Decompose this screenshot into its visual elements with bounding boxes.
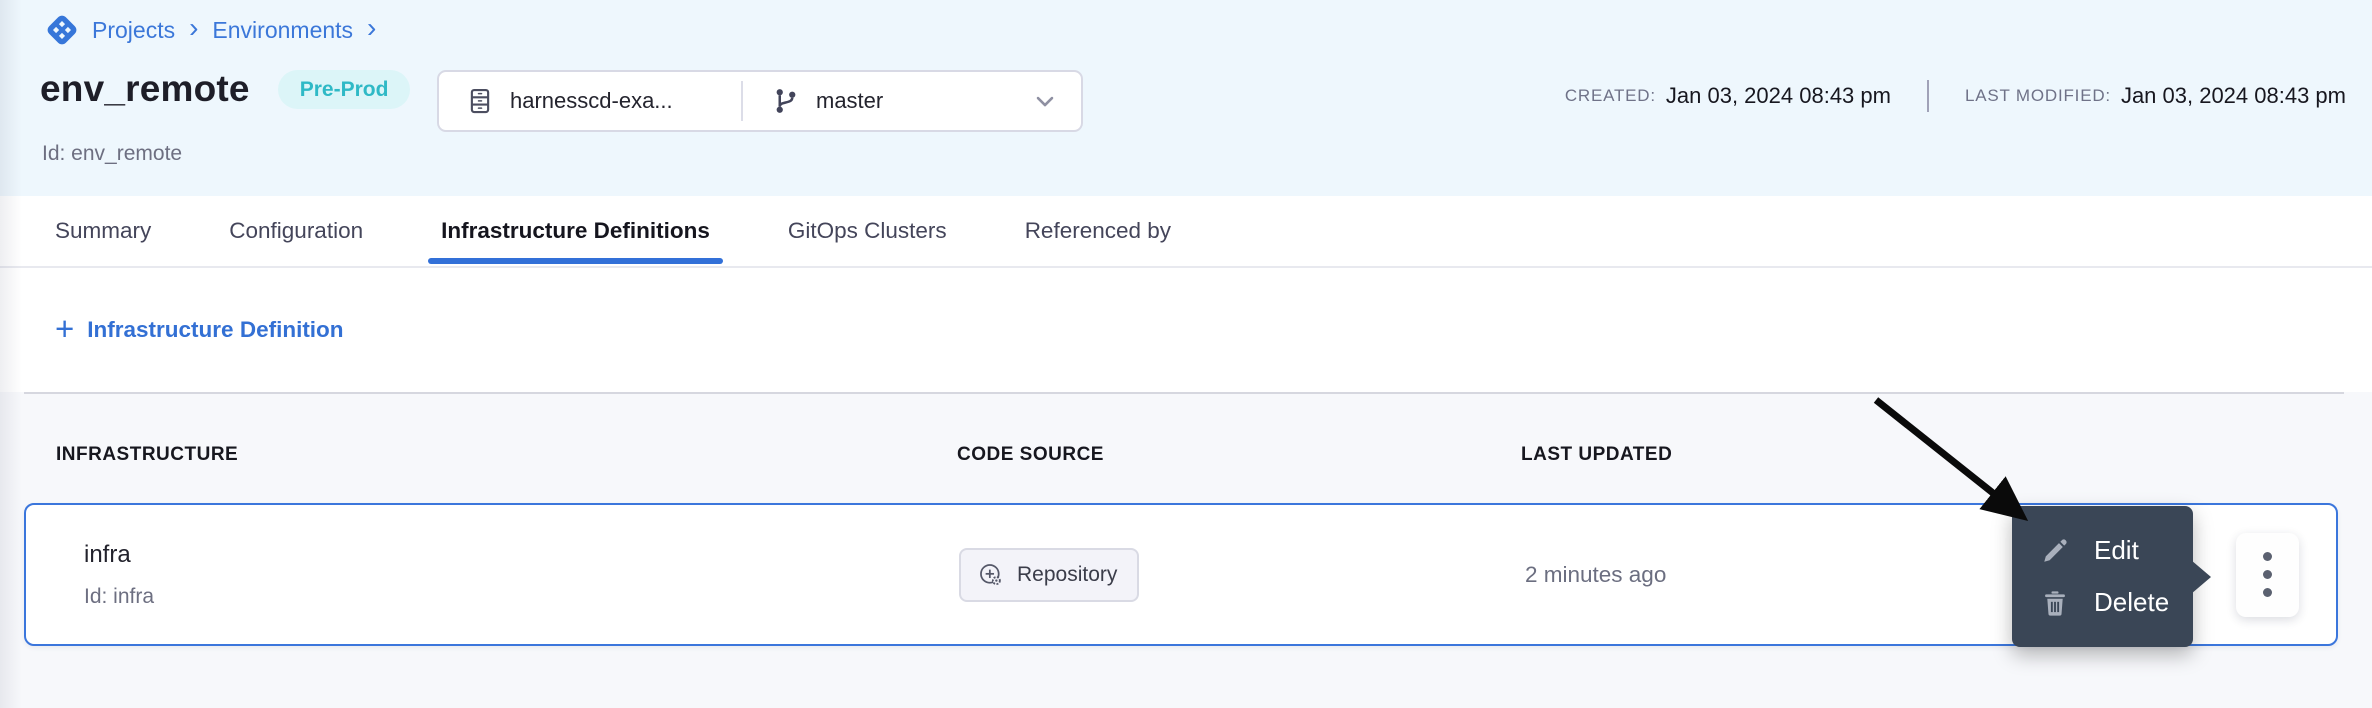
tab-referenced-by[interactable]: Referenced by [1025, 196, 1171, 266]
kebab-menu-icon [2263, 552, 2272, 561]
row-actions-button[interactable] [2236, 533, 2299, 617]
last-modified-value: Jan 03, 2024 08:43 pm [2121, 83, 2346, 109]
branch-segment: master [743, 86, 883, 116]
tab-infrastructure-definitions[interactable]: Infrastructure Definitions [441, 196, 710, 266]
breadcrumb-projects-link[interactable]: Projects [92, 17, 175, 44]
trash-icon [2041, 589, 2069, 617]
created-label: CREATED: [1565, 86, 1656, 106]
infrastructure-name: infra [84, 541, 154, 569]
environment-meta: CREATED: Jan 03, 2024 08:43 pm LAST MODI… [1565, 80, 2346, 112]
drawer-icon [465, 86, 495, 116]
infrastructure-identifier: Id: infra [84, 585, 154, 609]
tab-summary[interactable]: Summary [55, 196, 151, 266]
add-infrastructure-definition-button[interactable]: + Infrastructure Definition [55, 314, 344, 347]
plus-icon: + [55, 312, 74, 345]
last-updated-cell: 2 minutes ago [1525, 562, 1666, 588]
environment-details-page: Projects › Environments › env_remote Pre… [0, 0, 2372, 708]
column-header-infrastructure: INFRASTRUCTURE [56, 444, 238, 466]
repository-name: harnesscd-exa... [510, 88, 673, 114]
page-header: Projects › Environments › env_remote Pre… [0, 0, 2372, 196]
created-value: Jan 03, 2024 08:43 pm [1666, 83, 1891, 109]
git-branch-icon [771, 86, 801, 116]
row-actions-menu: Edit Delete [2012, 506, 2193, 647]
toolbar-divider [24, 392, 2344, 394]
menu-item-edit-label: Edit [2094, 535, 2139, 566]
branch-name: master [816, 88, 883, 114]
tab-configuration[interactable]: Configuration [229, 196, 363, 266]
infrastructure-name-cell: infra Id: infra [84, 541, 154, 609]
table-row[interactable]: infra Id: infra Repository 2 minutes ago [24, 503, 2338, 646]
repository-icon [977, 561, 1005, 589]
code-source-badge: Repository [959, 548, 1139, 602]
infrastructure-list: INFRASTRUCTURE CODE SOURCE LAST UPDATED … [0, 392, 2372, 708]
code-source-label: Repository [1017, 563, 1117, 587]
breadcrumb: Projects › Environments › [44, 12, 378, 48]
chevron-down-icon[interactable] [1031, 87, 1059, 115]
breadcrumb-chevron-icon: › [365, 14, 378, 42]
kebab-menu-icon [2263, 570, 2272, 579]
menu-item-edit[interactable]: Edit [2041, 535, 2193, 566]
title-row: env_remote Pre-Prod [40, 68, 410, 110]
pencil-icon [2041, 537, 2069, 565]
harness-projects-icon [44, 12, 80, 48]
add-infrastructure-definition-label: Infrastructure Definition [87, 317, 343, 343]
kebab-menu-icon [2263, 588, 2272, 597]
meta-divider [1927, 80, 1929, 112]
column-header-last-updated: LAST UPDATED [1521, 444, 1672, 466]
breadcrumb-environments-link[interactable]: Environments [212, 17, 353, 44]
page-title: env_remote [40, 68, 250, 110]
breadcrumb-chevron-icon: › [187, 14, 200, 42]
environment-identifier: Id: env_remote [42, 142, 182, 166]
menu-item-delete[interactable]: Delete [2041, 587, 2193, 618]
environment-type-badge: Pre-Prod [278, 70, 411, 109]
column-header-code-source: CODE SOURCE [957, 444, 1104, 466]
infrastructure-toolbar: + Infrastructure Definition [0, 268, 2372, 392]
last-modified-label: LAST MODIFIED: [1965, 86, 2111, 106]
repository-segment: harnesscd-exa... [439, 86, 741, 116]
git-repo-branch-selector[interactable]: harnesscd-exa... master [437, 70, 1083, 132]
tab-gitops-clusters[interactable]: GitOps Clusters [788, 196, 947, 266]
menu-item-delete-label: Delete [2094, 587, 2169, 618]
environment-tabs: Summary Configuration Infrastructure Def… [0, 196, 2372, 268]
